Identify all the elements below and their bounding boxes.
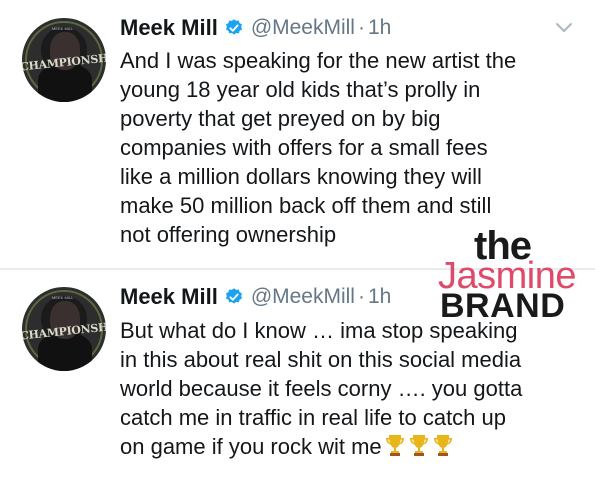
- chevron-down-icon[interactable]: [555, 22, 573, 34]
- watermark-logo: the Jasmine BRAND: [432, 226, 582, 326]
- display-name[interactable]: Meek Mill: [120, 15, 218, 41]
- separator-dot: ·: [357, 16, 365, 39]
- avatar-top-text: MEEK MILL: [52, 26, 74, 31]
- tweet-header: Meek Mill @MeekMill · 1h: [120, 13, 391, 43]
- avatar-top-text: MEEK MILL: [52, 295, 74, 300]
- user-handle[interactable]: @MeekMill: [251, 285, 355, 309]
- separator-dot: ·: [357, 285, 365, 308]
- timestamp[interactable]: 1h: [368, 16, 391, 40]
- watermark-brand: BRAND: [440, 287, 566, 325]
- tweet-text: But what do I know … ima stop speaking i…: [120, 316, 570, 464]
- verified-badge-icon: [225, 288, 242, 304]
- trophy-emojis: [382, 433, 454, 464]
- avatar[interactable]: MEEK MILL CHAMPIONSHIPS: [22, 18, 106, 102]
- user-handle[interactable]: @MeekMill: [251, 16, 355, 40]
- tweet-text: And I was speaking for the new artist th…: [120, 48, 517, 247]
- trophy-icon: [409, 435, 428, 456]
- tweet-text-content: But what do I know … ima stop speaking i…: [120, 318, 523, 459]
- verified-badge-icon: [225, 19, 242, 35]
- avatar[interactable]: MEEK MILL CHAMPIONSHIPS: [22, 287, 106, 371]
- trophy-icon: [385, 435, 404, 456]
- timestamp[interactable]: 1h: [368, 285, 391, 309]
- display-name[interactable]: Meek Mill: [120, 284, 218, 310]
- tweet-header: Meek Mill @MeekMill · 1h: [120, 282, 391, 312]
- trophy-icon: [433, 435, 452, 456]
